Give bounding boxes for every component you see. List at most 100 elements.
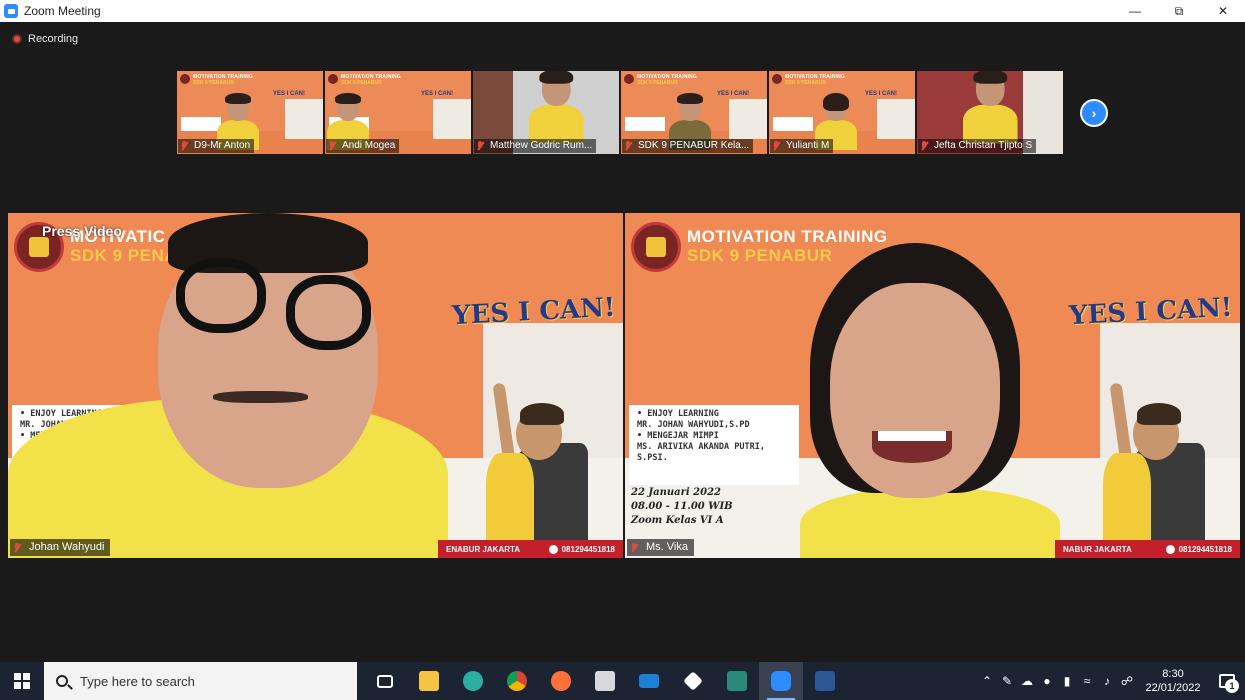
- mail-icon: [639, 674, 659, 688]
- slide-event-info: 22 Januari 2022 08.00 - 11.00 WIB Zoom K…: [631, 487, 733, 526]
- mic-muted-icon: [773, 141, 780, 151]
- participant-thumbnail[interactable]: MOTIVATION TRAINING SDK 9 PENABUR YES I …: [177, 71, 323, 154]
- search-icon: [56, 675, 68, 687]
- start-button[interactable]: [0, 662, 44, 700]
- dropbox-icon: [683, 671, 703, 691]
- firefox-icon: [551, 671, 571, 691]
- recording-indicator[interactable]: Recording: [12, 33, 78, 45]
- clock-date: 22/01/2022: [1145, 682, 1201, 694]
- task-view-icon: [377, 674, 393, 688]
- participant-name-tag: Johan Wahyudi: [10, 539, 111, 556]
- participant-thumbnail[interactable]: Jefta Christan Tjipto S: [917, 71, 1063, 154]
- mic-muted-icon: [14, 542, 21, 553]
- slide-subtitle: SDK 9 PENABUR: [637, 80, 678, 86]
- participant-video: [217, 93, 259, 150]
- video-tile-johan[interactable]: MOTIVATIC SDK 9 PENA YES I CAN! • ENJOY …: [8, 213, 623, 558]
- windows-logo-icon: [14, 673, 30, 689]
- minimize-icon: —: [1129, 4, 1141, 18]
- taskbar-app-dropbox[interactable]: [671, 662, 715, 700]
- slide-footer: ENABUR JAKARTA 081294451818: [438, 540, 623, 558]
- school-logo-icon: [631, 222, 681, 272]
- chevron-up-icon[interactable]: ⌃: [977, 662, 997, 700]
- taskbar-app-mail[interactable]: [627, 662, 671, 700]
- participant-video: [327, 93, 369, 150]
- taskbar-app-chrome[interactable]: [495, 662, 539, 700]
- slide-slogan: YES I CAN!: [716, 91, 749, 97]
- video-tile-vika[interactable]: MOTIVATION TRAINING SDK 9 PENABUR YES I …: [625, 213, 1240, 558]
- taskbar-app-word[interactable]: [803, 662, 847, 700]
- participant-name-tag: Jefta Christan Tjipto S: [918, 139, 1037, 153]
- participant-thumbnail-strip: MOTIVATION TRAINING SDK 9 PENABUR YES I …: [177, 71, 1063, 154]
- slide-agenda: • ENJOY LEARNING MR. JOHAN WAHYUDI,S.PD …: [629, 405, 799, 485]
- whatsapp-icon: 081294451818: [1166, 545, 1232, 554]
- participant-thumbnail[interactable]: MOTIVATION TRAINING SDK 9 PENABUR YES I …: [325, 71, 471, 154]
- minimize-button[interactable]: —: [1113, 0, 1157, 22]
- restore-icon: ⧉: [1174, 3, 1184, 18]
- participant-video: [815, 93, 857, 150]
- taskbar-app-file-explorer[interactable]: [407, 662, 451, 700]
- school-logo-icon: [772, 74, 782, 84]
- participant-name-tag: Andi Mogea: [326, 139, 400, 153]
- chrome-icon: [507, 671, 527, 691]
- taskbar-app-edge[interactable]: [451, 662, 495, 700]
- task-view-button[interactable]: [363, 662, 407, 700]
- next-page-button[interactable]: ›: [1080, 99, 1108, 127]
- participant-video: [8, 213, 458, 558]
- close-icon: ✕: [1217, 4, 1229, 18]
- search-placeholder: Type here to search: [80, 673, 195, 689]
- clock-time: 8:30: [1162, 668, 1184, 680]
- press-video-overlay: Press Video: [42, 223, 122, 239]
- whatsapp-icon: 081294451818: [549, 545, 615, 554]
- school-logo-icon: [328, 74, 338, 84]
- taskbar-app-zoom[interactable]: [759, 662, 803, 700]
- taskbar-app-store[interactable]: [583, 662, 627, 700]
- taskbar-apps: [363, 662, 847, 700]
- windows-taskbar: Type here to search ⌃ ✎ ☁ ● ▮ ≈ ♪ ☍ 8:30…: [0, 662, 1245, 700]
- participant-video: [800, 243, 1060, 558]
- microphone-icon[interactable]: ●: [1037, 662, 1057, 700]
- battery-icon[interactable]: ▮: [1057, 662, 1077, 700]
- participant-thumbnail[interactable]: MOTIVATION TRAINING SDK 9 PENABUR YES I …: [621, 71, 767, 154]
- pen-icon[interactable]: ✎: [997, 662, 1017, 700]
- slide-subtitle: SDK 9 PENABUR: [193, 80, 234, 86]
- window-titlebar: Zoom Meeting — ⧉ ✕: [0, 0, 1245, 22]
- slide-subtitle: SDK 9 PENABUR: [341, 80, 382, 86]
- participant-name-tag: Yulianti M: [770, 139, 834, 153]
- participant-name-tag: SDK 9 PENABUR Kela...: [622, 139, 754, 153]
- meeting-area: Recording MOTIVATION TRAINING SDK 9 PENA…: [0, 22, 1245, 662]
- folder-icon: [419, 671, 439, 691]
- app-icon: [727, 671, 747, 691]
- taskbar-search-box[interactable]: Type here to search: [44, 662, 357, 700]
- volume-icon[interactable]: ♪: [1097, 662, 1117, 700]
- participant-thumbnail[interactable]: MOTIVATION TRAINING SDK 9 PENABUR YES I …: [769, 71, 915, 154]
- slide-footer: NABUR JAKARTA 081294451818: [1055, 540, 1240, 558]
- participant-thumbnail[interactable]: Matthew Godric Rum...: [473, 71, 619, 154]
- word-icon: [815, 671, 835, 691]
- close-button[interactable]: ✕: [1201, 0, 1245, 22]
- taskbar-app-firefox[interactable]: [539, 662, 583, 700]
- edge-icon: [463, 671, 483, 691]
- mic-muted-icon: [921, 141, 928, 151]
- participant-video: [963, 71, 1018, 144]
- taskbar-app-screen-share[interactable]: [715, 662, 759, 700]
- slide-subtitle: SDK 9 PENABUR: [785, 80, 826, 86]
- superhero-kid-image: [478, 382, 588, 558]
- mic-muted-icon: [625, 141, 632, 151]
- taskbar-clock[interactable]: 8:30 22/01/2022: [1137, 667, 1209, 695]
- window-title: Zoom Meeting: [24, 4, 101, 18]
- link-icon[interactable]: ☍: [1117, 662, 1137, 700]
- maximize-button[interactable]: ⧉: [1157, 0, 1201, 22]
- slide-slogan: YES I CAN!: [864, 91, 897, 97]
- participant-video: [529, 71, 584, 144]
- slide-slogan: YES I CAN!: [272, 91, 305, 97]
- wifi-icon[interactable]: ≈: [1077, 662, 1097, 700]
- participant-name-tag: D9-Mr Anton: [178, 139, 255, 153]
- record-icon: [12, 34, 22, 44]
- notification-center-button[interactable]: 1: [1209, 662, 1245, 700]
- school-logo-icon: [180, 74, 190, 84]
- cloud-icon[interactable]: ☁: [1017, 662, 1037, 700]
- participant-name-tag: Matthew Godric Rum...: [474, 139, 597, 153]
- participant-name-tag: Ms. Vika: [627, 539, 694, 556]
- zoom-app-icon: [4, 4, 18, 18]
- mic-muted-icon: [329, 141, 336, 151]
